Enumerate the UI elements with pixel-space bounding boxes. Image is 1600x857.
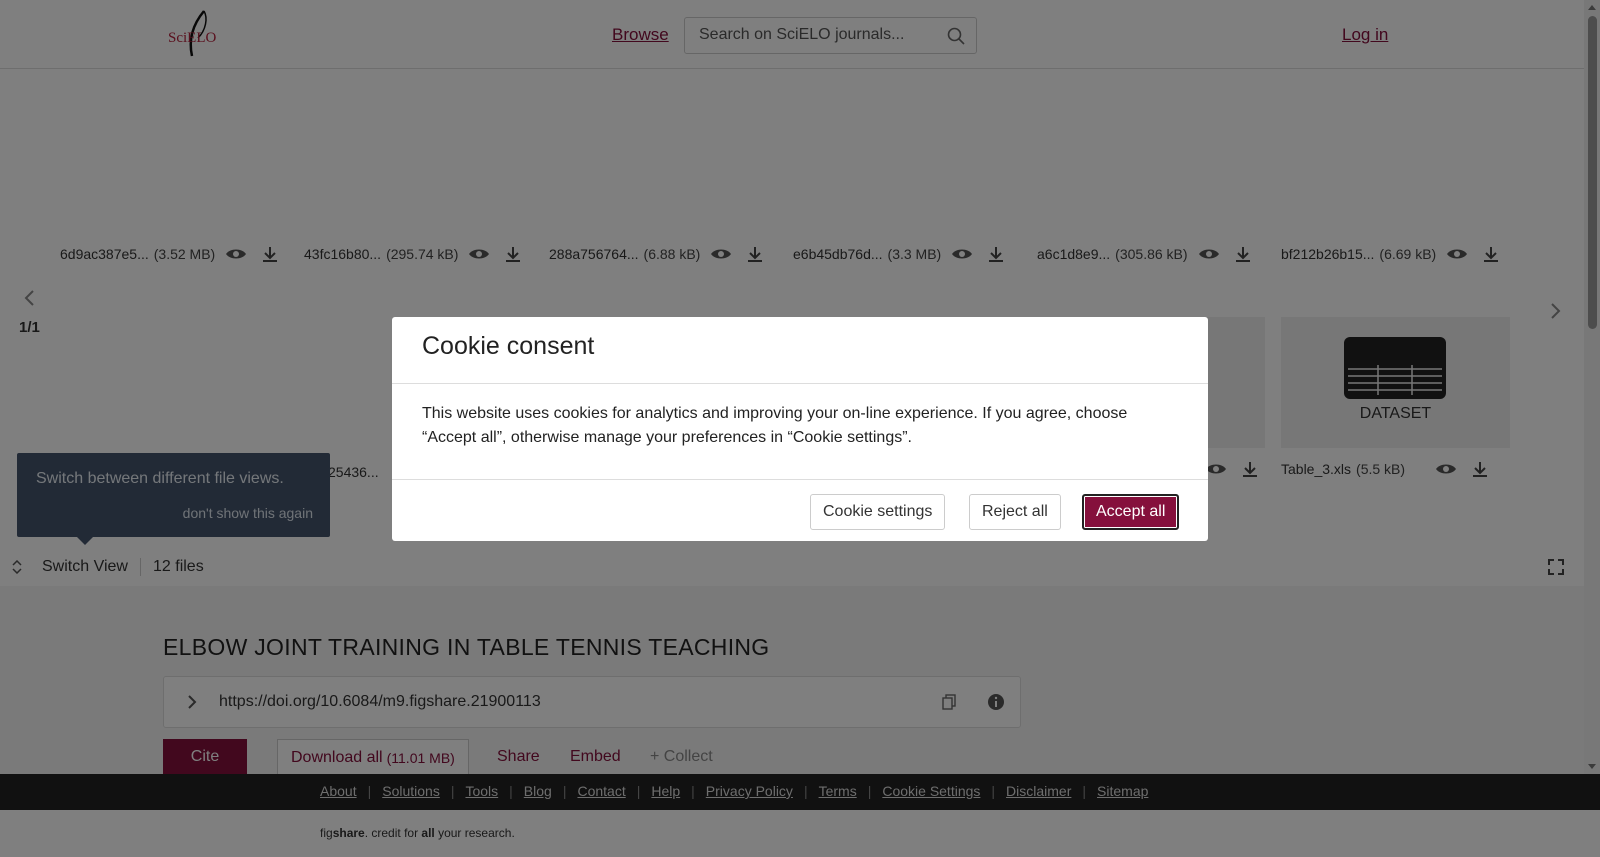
dialog-body: This website uses cookies for analytics … <box>422 405 1128 446</box>
accept-all-button[interactable]: Accept all <box>1082 494 1180 530</box>
dialog-header: Cookie consent <box>392 317 1208 384</box>
reject-all-button[interactable]: Reject all <box>969 494 1061 530</box>
cookie-consent-dialog: Cookie consent This website uses cookies… <box>392 317 1208 541</box>
dialog-footer: Cookie settings Reject all Accept all <box>392 479 1208 541</box>
cookie-settings-button[interactable]: Cookie settings <box>810 494 946 530</box>
dialog-title: Cookie consent <box>422 332 595 360</box>
